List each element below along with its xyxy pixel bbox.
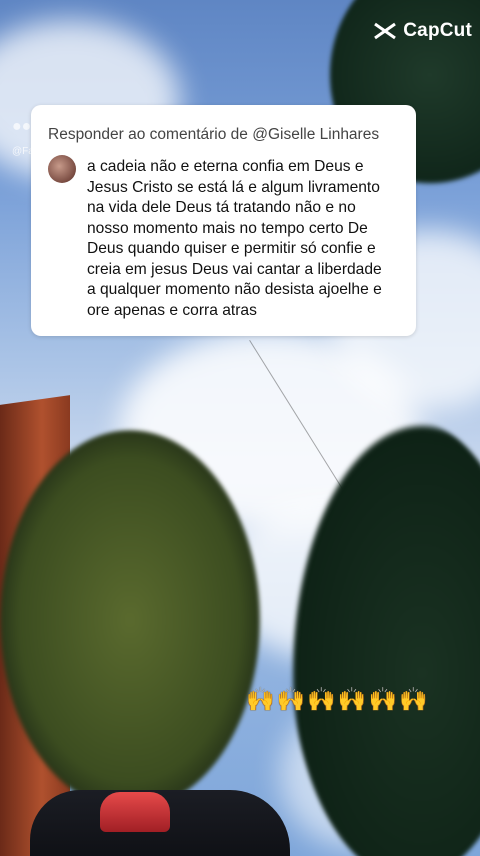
reply-header: Responder ao comentário de @Giselle Linh… — [48, 126, 380, 143]
capcut-logo-icon — [374, 22, 397, 40]
comment-line: Deus quando quiser e permitir só confie … — [87, 240, 376, 257]
tree-left — [0, 430, 260, 810]
comment-line: na vida dele Deus tá tratando não e no — [87, 199, 356, 216]
raising-hands-icon: 🙌 — [337, 686, 367, 712]
comment-line: Jesus Cristo se está lá e algum livramen… — [87, 178, 380, 196]
comment-line: nosso momento mais no tempo certo De — [87, 219, 368, 237]
comment-line: ore apenas e corra atras — [87, 301, 257, 319]
capcut-label: CapCut — [403, 20, 472, 41]
raising-hands-sticker: 🙌 🙌 🙌 🙌 🙌 🙌 — [246, 686, 428, 713]
reply-comment-card[interactable]: Responder ao comentário de @Giselle Linh… — [31, 105, 416, 336]
raising-hands-icon: 🙌 — [368, 686, 398, 712]
user-avatar — [48, 155, 76, 183]
comment-text: a cadeia não e eterna confia em Deus e J… — [87, 157, 407, 321]
raising-hands-icon: 🙌 — [307, 686, 336, 712]
comment-line: a cadeia não e eterna confia em Deus e — [87, 158, 364, 175]
raising-hands-icon: 🙌 — [246, 686, 275, 712]
car-tail-light — [100, 792, 170, 832]
raising-hands-icon: 🙌 — [399, 686, 428, 712]
raising-hands-icon: 🙌 — [276, 686, 306, 712]
capcut-watermark: CapCut — [373, 20, 472, 42]
comment-line: a qualquer momento não desista ajoelhe e — [87, 281, 382, 298]
comment-line: creia em jesus Deus vai cantar a liberda… — [87, 260, 382, 278]
